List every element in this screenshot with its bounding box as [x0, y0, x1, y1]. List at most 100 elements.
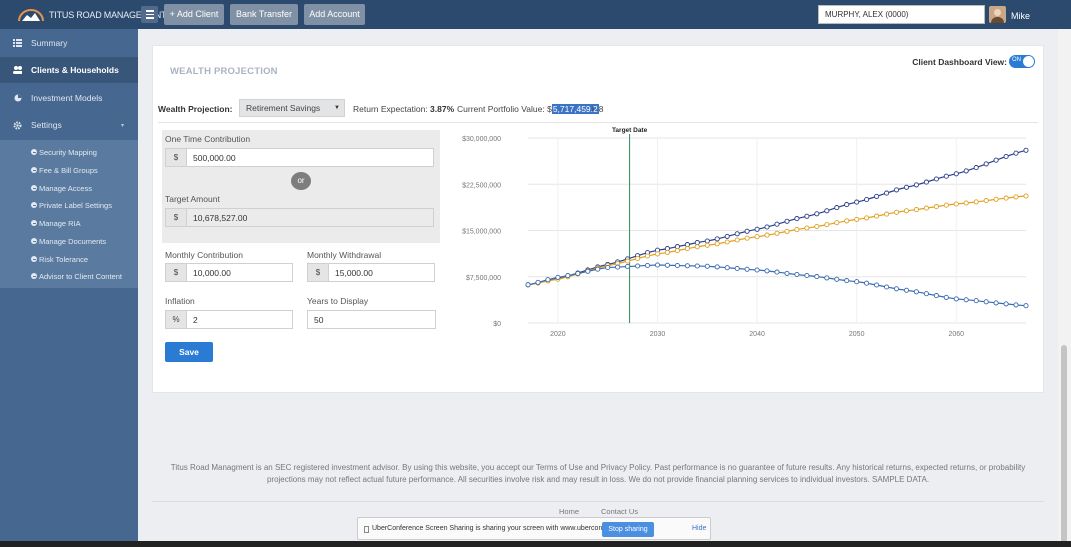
years-to-display-input[interactable] — [307, 310, 436, 329]
series-point-2 — [654, 262, 661, 268]
submenu-label: Private Label Settings — [39, 200, 112, 210]
series-point-0 — [1023, 147, 1029, 153]
one-time-contribution-input[interactable] — [187, 148, 434, 167]
series-point-1 — [804, 225, 810, 231]
target-amount-label: Target Amount — [165, 194, 220, 204]
or-badge: or — [291, 172, 311, 190]
series-point-1 — [844, 218, 850, 224]
series-point-0 — [764, 224, 770, 230]
series-point-2 — [933, 293, 939, 299]
sidebar-item-investment-models[interactable]: Investment Models — [0, 85, 138, 111]
series-point-2 — [545, 277, 551, 283]
series-point-1 — [774, 230, 780, 236]
series-point-2 — [1003, 301, 1009, 307]
dollar-addon: $ — [165, 208, 187, 227]
series-point-1 — [764, 232, 770, 238]
series-point-2 — [923, 291, 929, 297]
stop-sharing-button[interactable]: Stop sharing — [602, 522, 654, 537]
submenu-label: Manage RIA — [39, 218, 81, 228]
sidebar-item-label: Settings — [31, 120, 62, 130]
toggle-knob — [1023, 56, 1034, 67]
plus-circle-icon — [31, 185, 37, 191]
series-point-0 — [893, 187, 900, 193]
series-point-1 — [644, 253, 651, 259]
add-account-button[interactable]: Add Account — [304, 4, 365, 25]
series-point-0 — [1013, 150, 1019, 156]
monthly-withdrawal-input[interactable] — [329, 263, 435, 282]
sidebar-item-settings[interactable]: Settings ▾ — [0, 112, 138, 138]
monthly-contribution-input[interactable] — [187, 263, 293, 282]
series-point-2 — [714, 264, 720, 270]
series-point-1 — [724, 239, 730, 245]
series-point-2 — [774, 269, 780, 275]
y-tick-label: $30,000,000 — [462, 136, 501, 143]
series-point-2 — [884, 284, 890, 290]
series-point-2 — [973, 298, 979, 304]
series-point-2 — [963, 297, 969, 303]
inflation-input[interactable] — [187, 310, 293, 329]
series-point-2 — [615, 264, 621, 270]
sidebar-item-clients[interactable]: Clients & Households — [0, 57, 138, 83]
plus-circle-icon — [31, 167, 37, 173]
add-client-button[interactable]: + Add Client — [164, 4, 224, 25]
hide-share-bar-link[interactable]: Hide — [692, 525, 706, 532]
series-point-0 — [714, 236, 720, 242]
portfolio-value-rest[interactable]: 8 — [599, 104, 604, 114]
series-point-2 — [744, 266, 750, 272]
submenu-item-fee-bill-groups[interactable]: Fee & Bill Groups — [31, 163, 98, 177]
submenu-item-manage-documents[interactable]: Manage Documents — [31, 234, 106, 248]
footer-divider — [152, 501, 1044, 502]
x-tick-label: 2060 — [948, 331, 964, 338]
years-to-display-label: Years to Display — [307, 296, 369, 306]
series-point-0 — [923, 179, 929, 185]
submenu-label: Manage Documents — [39, 236, 107, 246]
series-point-0 — [734, 231, 740, 237]
wealth-projection-label: Wealth Projection: — [158, 104, 233, 114]
bank-transfer-button[interactable]: Bank Transfer — [230, 4, 298, 25]
scrollbar-thumb[interactable] — [1061, 345, 1067, 543]
series-point-2 — [864, 280, 870, 286]
series-point-0 — [874, 193, 880, 199]
series-point-0 — [943, 173, 949, 179]
footer-contact-link[interactable]: Contact Us — [601, 507, 638, 516]
series-point-2 — [575, 270, 581, 277]
target-amount-input[interactable] — [187, 208, 434, 227]
percent-addon: % — [165, 310, 187, 329]
series-point-1 — [953, 201, 959, 207]
footer-home-link[interactable]: Home — [559, 507, 579, 516]
inflation-label: Inflation — [165, 296, 195, 306]
submenu-item-manage-ria[interactable]: Manage RIA — [31, 216, 81, 230]
series-point-1 — [864, 215, 870, 221]
series-point-2 — [983, 299, 989, 305]
submenu-label: Manage Access — [39, 183, 92, 193]
screen-share-icon — [364, 526, 369, 533]
x-tick-label: 2020 — [550, 331, 566, 338]
series-point-0 — [953, 171, 959, 177]
series-point-2 — [684, 263, 690, 269]
page-scrollbar[interactable] — [1058, 29, 1071, 547]
wealth-projection-select[interactable]: Retirement Savings ▼ — [239, 99, 345, 117]
plus-circle-icon — [31, 273, 37, 279]
client-search-input[interactable] — [818, 5, 985, 24]
submenu-item-security-mapping[interactable]: Security Mapping — [31, 145, 97, 159]
inflation-group: % — [165, 310, 293, 329]
hamburger-menu-icon[interactable] — [141, 6, 158, 23]
series-point-0 — [1003, 153, 1009, 160]
screen-share-bar: UberConference Screen Sharing is sharing… — [357, 517, 711, 540]
submenu-item-advisor-client-content[interactable]: Advisor to Client Content — [31, 269, 122, 283]
logo-icon — [18, 9, 44, 22]
save-button[interactable]: Save — [165, 342, 213, 362]
submenu-item-manage-access[interactable]: Manage Access — [31, 181, 92, 195]
return-expectation: Return Expectation: 3.87% — [353, 104, 454, 114]
dashboard-view-toggle[interactable]: ON — [1009, 55, 1035, 68]
avatar[interactable] — [989, 6, 1006, 23]
caret-down-icon: ▼ — [334, 105, 340, 111]
sidebar: Summary Clients & Households Investment … — [0, 29, 138, 547]
user-name[interactable]: Mike — [1011, 11, 1030, 21]
submenu-item-risk-tolerance[interactable]: Risk Tolerance — [31, 252, 88, 266]
submenu-item-private-label-settings[interactable]: Private Label Settings — [31, 198, 112, 212]
y-tick-label: $22,500,000 — [462, 182, 501, 189]
series-point-1 — [893, 209, 900, 215]
plus-circle-icon — [31, 256, 37, 262]
sidebar-item-summary[interactable]: Summary — [0, 30, 138, 56]
